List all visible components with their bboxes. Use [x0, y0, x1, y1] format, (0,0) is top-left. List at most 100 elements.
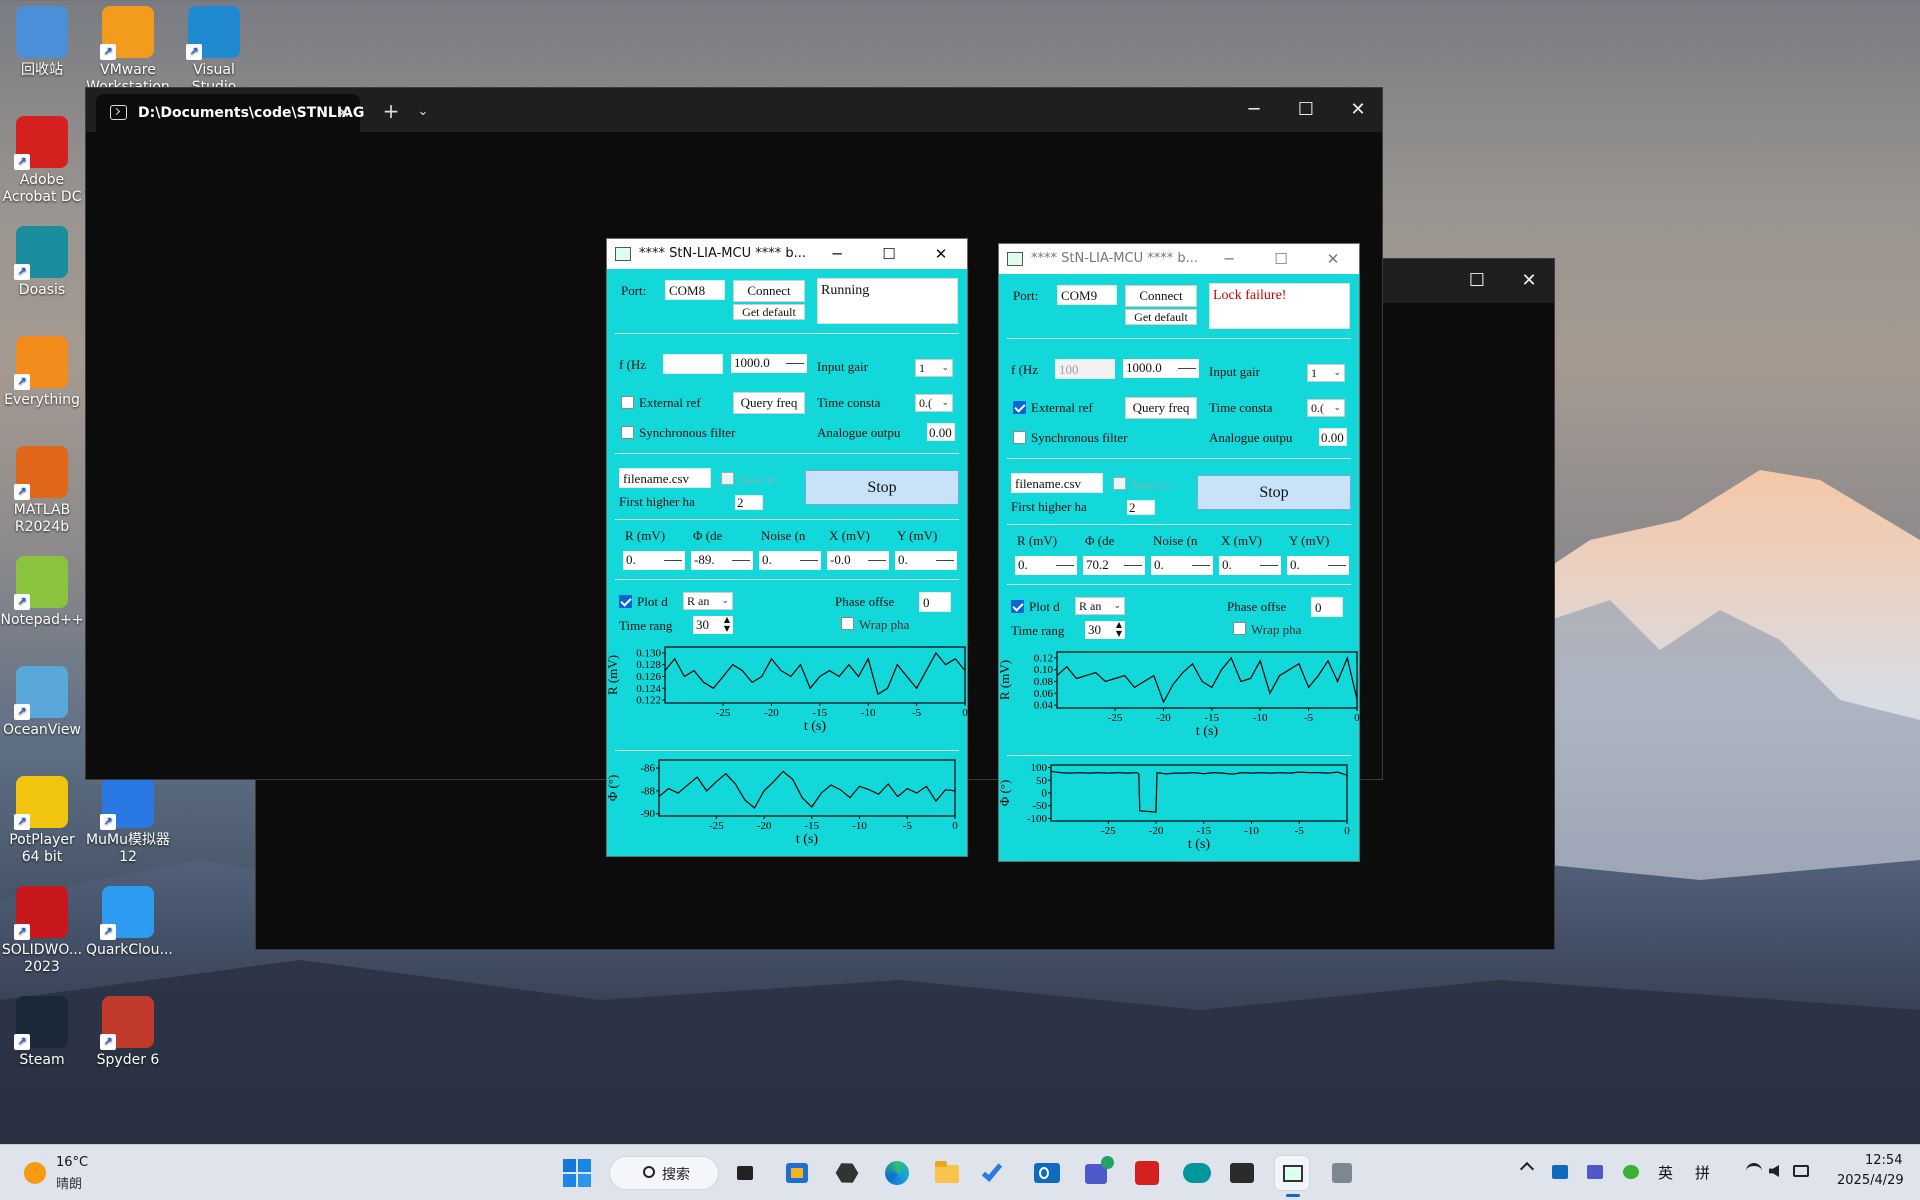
time-constant-select[interactable]: 0.(⌄ — [1307, 399, 1345, 417]
microsoft-store-icon[interactable] — [779, 1155, 815, 1191]
stop-button[interactable]: Stop — [1197, 475, 1351, 510]
wifi-icon[interactable] — [1746, 1163, 1762, 1179]
clock-date[interactable]: 2025/4/29 — [1837, 1173, 1904, 1188]
plot-select[interactable]: R an ⌄ — [683, 592, 733, 610]
outlook-tray-icon[interactable] — [1552, 1165, 1568, 1179]
search-box[interactable]: 搜索 — [609, 1156, 719, 1190]
filename-input[interactable]: filename.csv — [1011, 473, 1103, 493]
file-explorer-icon[interactable] — [929, 1155, 965, 1191]
close-button[interactable]: ✕ — [919, 239, 963, 269]
plot-checkbox[interactable] — [1011, 600, 1024, 613]
desktop-icon[interactable]: ↗ MuMu模拟器12 — [86, 776, 170, 866]
desktop-icon[interactable]: ↗ Spyder 6 — [86, 996, 170, 1069]
desktop-icon[interactable]: 回收站 — [0, 6, 84, 79]
first-higher-harmonic-input[interactable]: 2 — [1127, 500, 1155, 515]
filename-input[interactable]: filename.csv — [619, 468, 711, 488]
input-gain-select[interactable]: 1 ⌄ — [1307, 364, 1345, 382]
wrap-phase-checkbox[interactable] — [841, 617, 854, 630]
desktop-icon[interactable]: ↗ Everything — [0, 336, 84, 409]
maximize-button[interactable]: ☐ — [1280, 88, 1332, 132]
stop-button[interactable]: Stop — [805, 470, 959, 505]
desktop-icon[interactable]: ↗ MATLAB R2024b — [0, 446, 84, 536]
port-input[interactable]: COM8 — [665, 280, 725, 300]
save-to-checkbox[interactable] — [721, 472, 734, 485]
new-tab-button[interactable]: + — [376, 94, 406, 128]
phase-offset-input[interactable]: 0 — [919, 592, 951, 612]
maximize-button[interactable]: ☐ — [1259, 244, 1303, 274]
query-freq-button[interactable]: Query freq — [1125, 397, 1197, 419]
close-button[interactable]: ✕ — [1503, 259, 1555, 303]
teams-tray-icon[interactable] — [1587, 1165, 1603, 1179]
desktop-icon[interactable]: ↗ Steam — [0, 996, 84, 1069]
analogue-output-input[interactable]: 0.00 — [1319, 428, 1347, 446]
teams-icon[interactable] — [1079, 1155, 1115, 1191]
wechat-tray-icon[interactable] — [1623, 1165, 1639, 1179]
lia-app-window-com8[interactable]: **** StN-LIA-MCU **** b... ─ ☐ ✕ Port: C… — [605, 238, 968, 857]
arduino-icon[interactable] — [1179, 1155, 1215, 1191]
desktop-icon[interactable]: ↗ SOLIDWO... 2023 — [0, 886, 84, 976]
save-to-checkbox[interactable] — [1113, 477, 1126, 490]
minimize-button[interactable]: ─ — [815, 239, 859, 269]
volume-icon[interactable] — [1769, 1165, 1779, 1177]
terminal-taskbar-icon[interactable] — [1224, 1155, 1260, 1191]
todo-icon[interactable] — [979, 1155, 1015, 1191]
start-button[interactable] — [563, 1159, 591, 1187]
maximize-button[interactable]: ☐ — [867, 239, 911, 269]
wrap-phase-checkbox[interactable] — [1233, 622, 1246, 635]
phase-offset-input[interactable]: 0 — [1311, 597, 1343, 617]
desktop-icon[interactable]: ↗ OceanView — [0, 666, 84, 739]
ime-english[interactable]: 英 — [1658, 1162, 1673, 1183]
desktop-icon[interactable]: ↗VMware Workstation — [86, 6, 170, 96]
connect-button[interactable]: Connect — [733, 280, 805, 302]
ime-pinyin[interactable]: 拼 — [1695, 1162, 1710, 1183]
acrobat-taskbar-icon[interactable] — [1129, 1155, 1165, 1191]
plot-checkbox[interactable] — [619, 595, 632, 608]
desktop-icon[interactable]: ↗ Adobe Acrobat DC — [0, 116, 84, 206]
lia-app-window-com9[interactable]: **** StN-LIA-MCU **** b... ─ ☐ ✕ Port: C… — [997, 243, 1360, 862]
time-constant-select[interactable]: 0.(⌄ — [915, 394, 953, 412]
sync-filter-checkbox[interactable] — [621, 426, 634, 439]
desktop-icon[interactable]: ↗ Notepad++ — [0, 556, 84, 629]
external-ref-checkbox[interactable] — [1013, 401, 1026, 414]
frequency-input[interactable]: 100 — [1055, 359, 1115, 379]
terminal-titlebar[interactable]: D:\Documents\code\STNLIAG ✕ + ⌄ ─ ☐ ✕ — [86, 88, 1382, 132]
input-gain-select[interactable]: 1 ⌄ — [915, 359, 953, 377]
plot-select[interactable]: R an ⌄ — [1075, 597, 1125, 615]
time-range-spinbox[interactable]: 30 ▲ ▼ — [693, 615, 733, 634]
tab-dropdown-button[interactable]: ⌄ — [408, 94, 438, 128]
get-default-button[interactable]: Get default — [733, 304, 805, 320]
sync-filter-checkbox[interactable] — [1013, 431, 1026, 444]
python-taskbar-icon[interactable] — [1324, 1155, 1360, 1191]
analogue-output-input[interactable]: 0.00 — [927, 423, 955, 441]
vmware-taskbar-icon[interactable] — [829, 1155, 865, 1191]
port-input[interactable]: COM9 — [1057, 285, 1117, 305]
task-view-icon[interactable] — [728, 1155, 764, 1191]
clock-time[interactable]: 12:54 — [1865, 1153, 1902, 1168]
battery-icon[interactable] — [1793, 1165, 1809, 1177]
lia-app-taskbar-icon[interactable] — [1274, 1155, 1310, 1197]
app-titlebar[interactable]: **** StN-LIA-MCU **** b... ─ ☐ ✕ — [607, 239, 967, 269]
first-higher-harmonic-input[interactable]: 2 — [735, 495, 763, 510]
time-range-spinbox[interactable]: 30 ▲ ▼ — [1085, 620, 1125, 639]
minimize-button[interactable]: ─ — [1207, 244, 1251, 274]
connect-button[interactable]: Connect — [1125, 285, 1197, 307]
desktop-icon[interactable]: ↗ QuarkClou... — [86, 886, 173, 959]
outlook-icon[interactable] — [1029, 1155, 1065, 1191]
spin-arrows-icon[interactable]: ▲ ▼ — [724, 615, 730, 633]
app-titlebar[interactable]: **** StN-LIA-MCU **** b... ─ ☐ ✕ — [999, 244, 1359, 274]
external-ref-checkbox[interactable] — [621, 396, 634, 409]
query-freq-button[interactable]: Query freq — [733, 392, 805, 414]
close-button[interactable]: ✕ — [1332, 88, 1384, 132]
weather-widget[interactable]: 16°C 晴朗 — [20, 1153, 140, 1193]
desktop-icon[interactable]: ↗ PotPlayer 64 bit — [0, 776, 84, 866]
frequency-input[interactable] — [663, 354, 723, 374]
minimize-button[interactable]: ─ — [1228, 88, 1280, 132]
get-default-button[interactable]: Get default — [1125, 309, 1197, 325]
edge-icon[interactable] — [879, 1155, 915, 1191]
terminal-tab[interactable]: D:\Documents\code\STNLIAG ✕ — [96, 94, 364, 132]
maximize-button[interactable]: ☐ — [1451, 259, 1503, 303]
close-button[interactable]: ✕ — [1311, 244, 1355, 274]
tray-overflow-icon[interactable] — [1519, 1161, 1535, 1177]
tab-close-icon[interactable]: ✕ — [337, 94, 350, 132]
spin-arrows-icon[interactable]: ▲ ▼ — [1116, 620, 1122, 638]
